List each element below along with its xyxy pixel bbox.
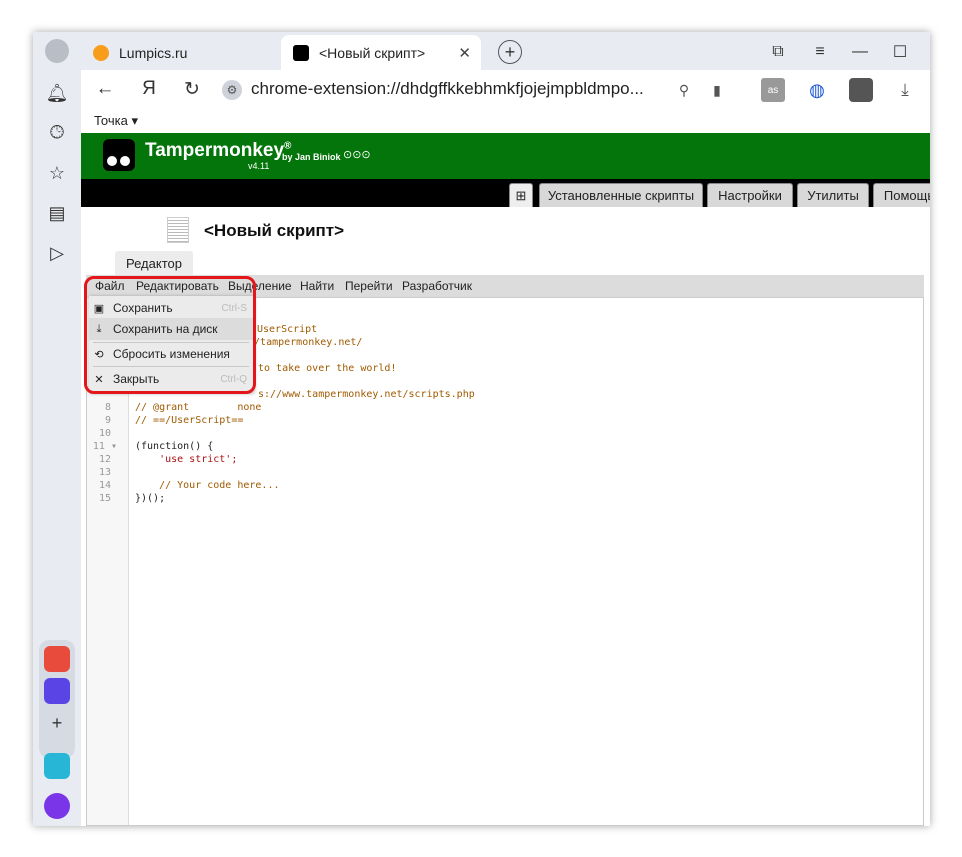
code-fragment: to take over the world! bbox=[258, 363, 397, 374]
reload-icon[interactable]: ↻ bbox=[180, 78, 204, 101]
menu-developer[interactable]: Разработчик bbox=[402, 279, 472, 293]
script-title: <Новый скрипт> bbox=[204, 221, 345, 240]
close-tab-icon[interactable]: ✕ bbox=[458, 44, 471, 62]
tampermonkey-header: Tampermonkey® by Jan Biniok ⊙⊙⊙ v4.11 bbox=[81, 133, 930, 179]
site-info-icon[interactable]: ⚙ bbox=[222, 80, 242, 100]
star-icon[interactable]: ☆ bbox=[43, 159, 71, 187]
tab-add-script[interactable]: ⊞ bbox=[509, 183, 533, 207]
history-icon[interactable]: 🕒︎ bbox=[43, 118, 71, 146]
tampermonkey-logo-icon bbox=[103, 139, 135, 171]
send-icon[interactable] bbox=[44, 753, 70, 779]
tampermonkey-favicon-icon bbox=[293, 44, 309, 61]
lastfm-extension-icon[interactable]: as bbox=[761, 78, 785, 102]
messenger-icon[interactable] bbox=[44, 678, 70, 704]
bell-icon[interactable]: 🔔︎ bbox=[43, 79, 71, 107]
collections-icon[interactable]: ▤ bbox=[43, 199, 71, 227]
line-number: 8 bbox=[104, 402, 111, 413]
tab-installed-scripts[interactable]: Установленные скрипты bbox=[539, 183, 703, 207]
tab-help[interactable]: Помощь bbox=[873, 183, 930, 207]
yandex-icon[interactable]: Я bbox=[137, 78, 161, 100]
browser-sidebar: 🔔︎ 🕒︎ ☆ ▤ ▷ + bbox=[33, 32, 81, 826]
script-icon bbox=[167, 217, 189, 243]
code-fragment: UserScript bbox=[257, 324, 318, 335]
alice-icon[interactable] bbox=[44, 793, 70, 819]
download-icon[interactable]: ⤓ bbox=[893, 78, 917, 102]
bookmark-icon[interactable]: ▮ bbox=[705, 78, 729, 102]
tab-lumpics[interactable]: Lumpics.ru bbox=[81, 35, 281, 70]
code-line: })(); bbox=[135, 493, 166, 504]
red-highlight-frame bbox=[84, 276, 256, 394]
code-line: // @grant none bbox=[135, 402, 262, 413]
tab-settings[interactable]: Настройки bbox=[707, 183, 793, 207]
maximize-icon[interactable]: ☐ bbox=[889, 41, 911, 63]
social-icons[interactable]: ⊙⊙⊙ bbox=[343, 148, 371, 161]
code-line: (function() { bbox=[135, 441, 214, 452]
code-line: // ==/UserScript== bbox=[135, 415, 244, 426]
bookmarks-bar: Точка ▾ bbox=[81, 110, 930, 132]
version-label: v4.11 bbox=[248, 161, 270, 171]
tabs-overview-icon[interactable]: ⧉ bbox=[767, 41, 789, 63]
tab-strip: Lumpics.ru <Новый скрипт> ✕ + ⧉ ≡ — ☐ ✕ bbox=[81, 32, 930, 70]
add-app-icon[interactable]: + bbox=[43, 709, 71, 737]
profile-avatar[interactable] bbox=[45, 39, 69, 63]
line-number[interactable]: 11 ▾ bbox=[87, 441, 117, 452]
play-icon[interactable]: ▷ bbox=[43, 239, 71, 267]
menu-icon[interactable]: ≡ bbox=[809, 41, 831, 63]
tampermonkey-extension-icon[interactable] bbox=[849, 78, 873, 102]
code-fragment: s://www.tampermonkey.net/scripts.php bbox=[258, 389, 475, 400]
line-number: 9 bbox=[104, 415, 111, 426]
address-input[interactable]: chrome-extension://dhdgffkkebhmkfjojejmp… bbox=[251, 79, 644, 99]
line-number: 15 bbox=[98, 493, 111, 504]
close-window-icon[interactable]: ✕ bbox=[929, 41, 930, 63]
menu-goto[interactable]: Перейти bbox=[345, 279, 393, 293]
minimize-icon[interactable]: — bbox=[849, 41, 871, 63]
tampermonkey-nav: ⊞ Установленные скрипты Настройки Утилит… bbox=[81, 179, 930, 207]
line-number: 10 bbox=[98, 428, 111, 439]
lumpics-favicon-icon bbox=[93, 44, 109, 61]
menu-find[interactable]: Найти bbox=[300, 279, 334, 293]
new-tab-button[interactable]: + bbox=[498, 40, 522, 64]
tampermonkey-title: Tampermonkey® bbox=[145, 140, 292, 161]
line-number: 12 bbox=[98, 454, 111, 465]
author-credit: by Jan Biniok bbox=[282, 152, 341, 162]
line-number: 14 bbox=[98, 480, 111, 491]
mail-icon[interactable] bbox=[44, 646, 70, 672]
search-page-icon[interactable]: ⚲ bbox=[672, 78, 696, 102]
bookmark-tochka[interactable]: Точка ▾ bbox=[94, 113, 138, 129]
code-fragment: ://tampermonkey.net/ bbox=[242, 337, 363, 348]
globe-extension-icon[interactable]: ◍ bbox=[805, 78, 829, 102]
tab-title: <Новый скрипт> bbox=[319, 44, 426, 61]
tab-editor[interactable]: Редактор bbox=[115, 251, 193, 275]
code-line: // Your code here... bbox=[135, 480, 280, 491]
line-number: 13 bbox=[98, 467, 111, 478]
tab-utilities[interactable]: Утилиты bbox=[797, 183, 869, 207]
address-bar-row: ← Я ↻ ⚙ chrome-extension://dhdgffkkebhmk… bbox=[81, 70, 930, 110]
browser-window: 🔔︎ 🕒︎ ☆ ▤ ▷ + Lumpics.ru <Новый скрипт> … bbox=[33, 32, 930, 826]
tab-title: Lumpics.ru bbox=[119, 44, 188, 61]
code-line: 'use strict'; bbox=[135, 454, 238, 465]
back-icon[interactable]: ← bbox=[93, 78, 117, 100]
tab-new-script[interactable]: <Новый скрипт> ✕ bbox=[281, 35, 481, 70]
